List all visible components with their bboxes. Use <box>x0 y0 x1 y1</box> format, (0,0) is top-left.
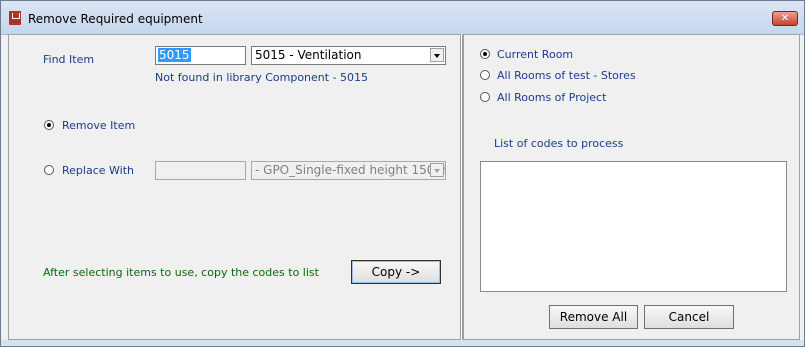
chevron-down-icon[interactable] <box>430 48 444 62</box>
scope-label-current-room[interactable]: Current Room <box>497 48 573 61</box>
dialog-window: Remove Required equipment ✕ Find Item 50… <box>0 0 805 347</box>
right-panel: Current Room All Rooms of test - Stores … <box>463 34 800 340</box>
find-code-value: 5015 <box>158 48 191 62</box>
remove-item-radio[interactable] <box>44 120 54 130</box>
copy-hint-text: After selecting items to use, copy the c… <box>43 266 319 279</box>
window-title: Remove Required equipment <box>28 12 203 26</box>
codes-listbox[interactable] <box>480 161 787 292</box>
app-icon <box>9 11 21 25</box>
scope-radio-current-room[interactable] <box>480 49 490 59</box>
replace-with-label[interactable]: Replace With <box>62 164 134 177</box>
window-bottom-border <box>1 340 804 346</box>
not-found-message: Not found in library Component - 5015 <box>155 71 369 84</box>
left-panel: Find Item 5015 5015 - Ventilation Not fo… <box>8 34 460 340</box>
find-item-combo-value: 5015 - Ventilation <box>255 48 362 62</box>
replace-item-combo[interactable]: - GPO_Single-fixed height 1500h <box>251 161 446 180</box>
remove-item-label[interactable]: Remove Item <box>62 119 135 132</box>
replace-code-input[interactable] <box>155 161 246 180</box>
close-button[interactable]: ✕ <box>772 11 798 26</box>
remove-all-button[interactable]: Remove All <box>549 305 638 329</box>
find-code-input[interactable]: 5015 <box>155 46 246 65</box>
find-item-label: Find Item <box>43 53 95 66</box>
chevron-down-icon[interactable] <box>430 163 444 177</box>
replace-with-radio[interactable] <box>44 165 54 175</box>
replace-item-combo-value: - GPO_Single-fixed height 1500h <box>255 163 446 177</box>
title-bar[interactable]: Remove Required equipment ✕ <box>1 1 804 35</box>
scope-radio-all-rooms-project[interactable] <box>480 92 490 102</box>
cancel-button[interactable]: Cancel <box>644 305 734 329</box>
scope-label-all-rooms-project[interactable]: All Rooms of Project <box>497 91 606 104</box>
scope-label-all-rooms-store[interactable]: All Rooms of test - Stores <box>497 69 636 82</box>
find-item-combo[interactable]: 5015 - Ventilation <box>251 46 446 65</box>
copy-button[interactable]: Copy -> <box>351 260 441 284</box>
scope-radio-all-rooms-store[interactable] <box>480 70 490 80</box>
codes-list-label: List of codes to process <box>494 137 624 150</box>
